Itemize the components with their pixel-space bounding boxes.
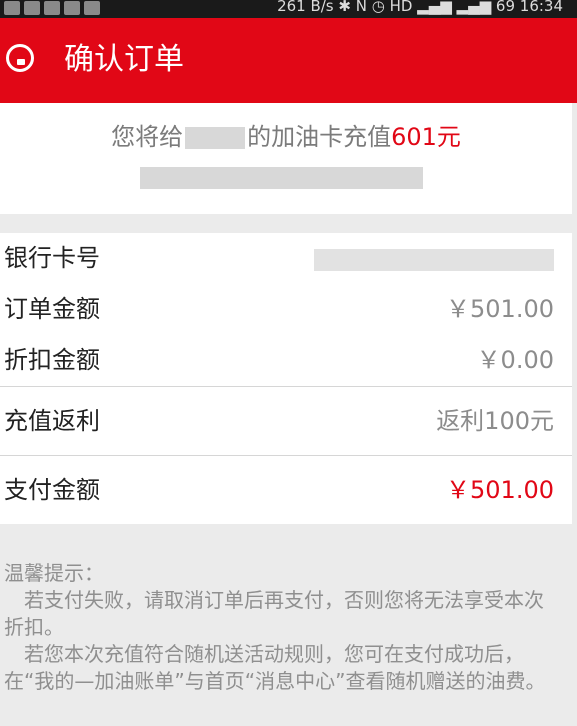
tips-title: 温馨提示：: [4, 561, 104, 585]
status-bar: 261 B/s ✱ N ◷ HD ▂▄▆ ▂▄▆ 69 16:34: [0, 0, 577, 18]
masked-name: [185, 127, 246, 149]
gallery-icon: [4, 1, 20, 15]
chart-icon: [64, 1, 80, 15]
fuel-gauge-back-icon[interactable]: [6, 44, 34, 72]
summary-middle: 的加油卡充值: [247, 123, 392, 151]
discount-value: ￥0.00: [476, 346, 554, 374]
tips-line-1: 若支付失败，请取消订单后再支付，否则您将无法享受本次折扣。: [4, 588, 544, 639]
app-icon: [24, 1, 40, 15]
pay-amount-row: 支付金额 ￥501.00: [0, 456, 572, 524]
notification-icons: [4, 1, 100, 15]
order-amount-row: 订单金额 ￥501.00: [0, 284, 572, 335]
pay-amount-value: ￥501.00: [446, 476, 554, 504]
order-amount-value: ￥501.00: [446, 295, 554, 323]
bank-card-row: 银行卡号: [0, 233, 572, 284]
warm-tips: 温馨提示： 若支付失败，请取消订单后再支付，否则您将无法享受本次折扣。 若您本次…: [4, 560, 560, 695]
payment-details: 银行卡号 订单金额 ￥501.00 折扣金额 ￥0.00 充值返利 返利100元…: [0, 233, 572, 524]
recharge-summary: 您将给 的加油卡充值601元: [0, 103, 572, 214]
rebate-value: 返利100元: [436, 407, 554, 435]
recharge-line: 您将给 的加油卡充值601元: [0, 121, 572, 153]
status-right: 261 B/s ✱ N ◷ HD ▂▄▆ ▂▄▆ 69 16:34: [277, 0, 563, 15]
page-title: 确认订单: [64, 42, 184, 77]
chat-icon: [44, 1, 60, 15]
rebate-row: 充值返利 返利100元: [0, 387, 572, 455]
summary-prefix: 您将给: [111, 123, 184, 151]
title-bar: 确认订单: [0, 18, 577, 103]
pay-amount-label: 支付金额: [4, 476, 100, 504]
tips-line-2: 若您本次充值符合随机送活动规则，您可在支付成功后，在“我的—加油账单”与首页“消…: [4, 642, 546, 693]
discount-row: 折扣金额 ￥0.00: [0, 335, 572, 386]
rebate-label: 充值返利: [4, 407, 100, 435]
masked-bank-card: [314, 249, 554, 271]
discount-label: 折扣金额: [4, 346, 100, 374]
app2-icon: [84, 1, 100, 15]
bank-card-label: 银行卡号: [4, 244, 100, 272]
order-amount-label: 订单金额: [4, 295, 100, 323]
recharge-amount: 601元: [391, 123, 461, 151]
masked-card-number: [140, 167, 423, 189]
